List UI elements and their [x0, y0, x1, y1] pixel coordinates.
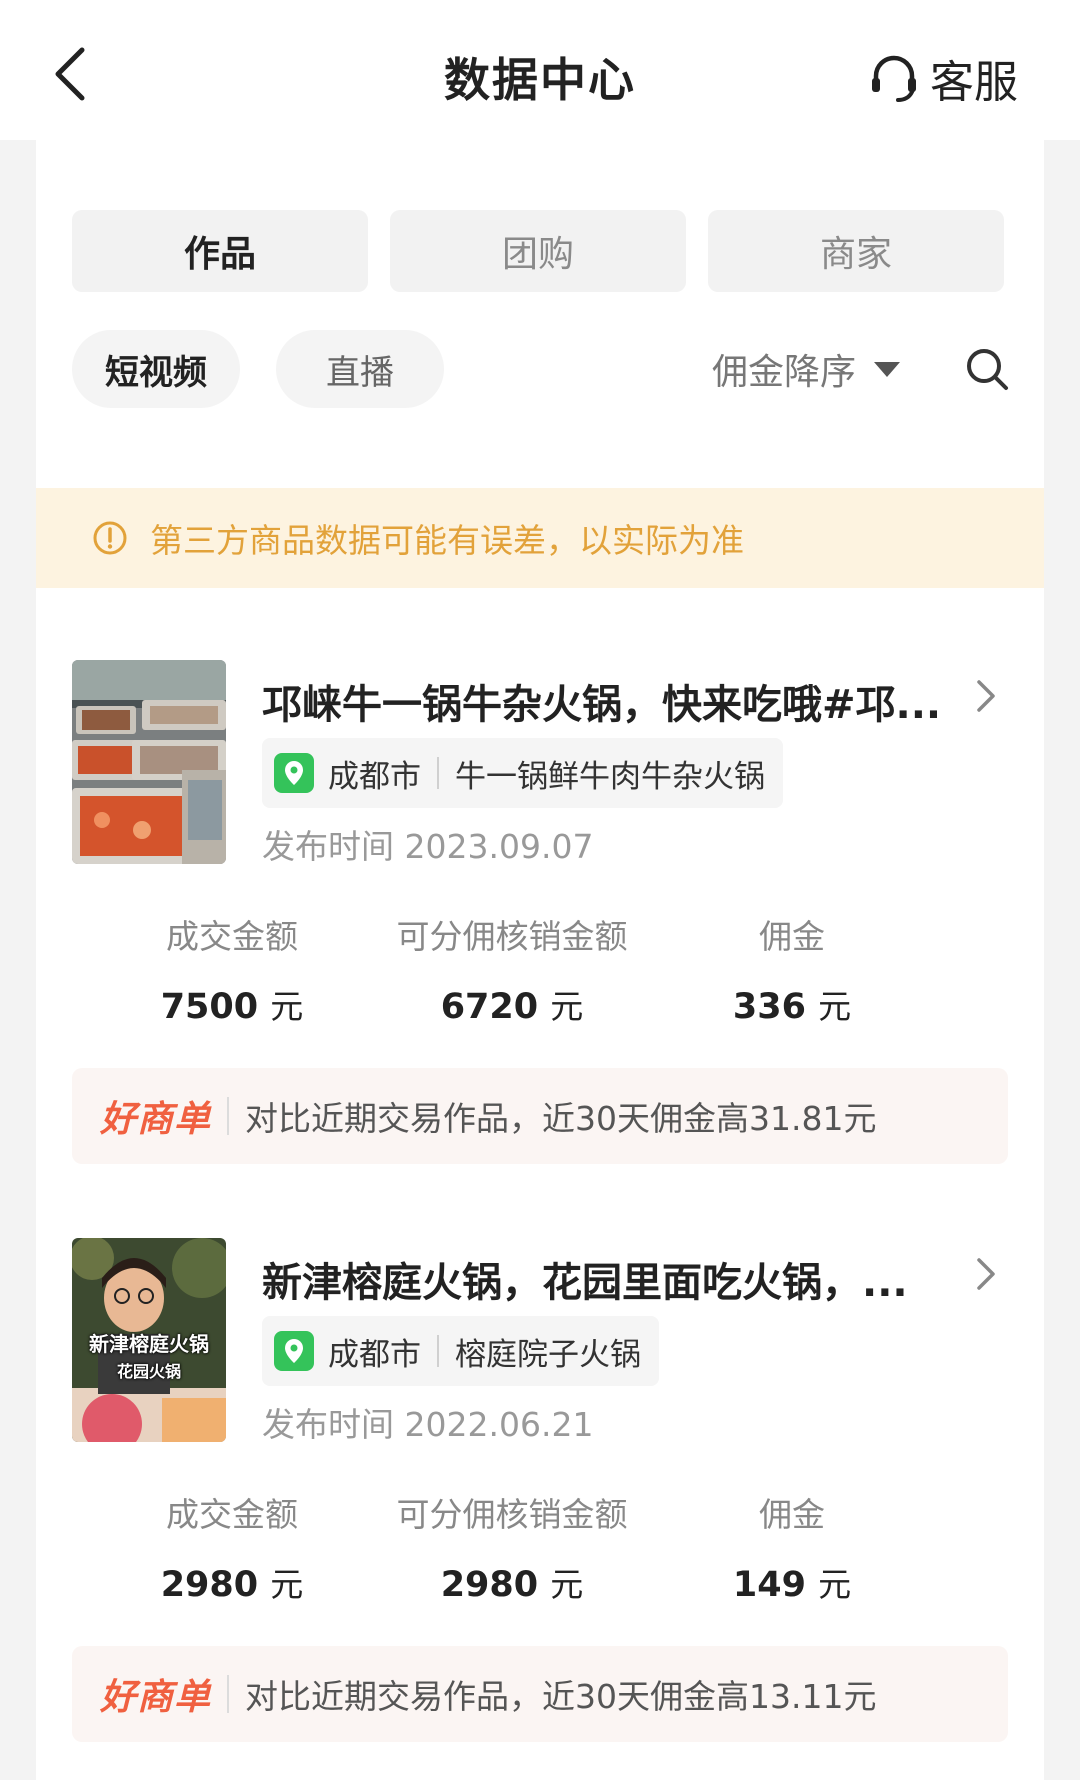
stat-label: 佣金	[759, 917, 825, 956]
thumbnail-caption: 新津榕庭火锅	[89, 1332, 209, 1356]
promo-text: 对比近期交易作品，近30天佣金高31.81元	[245, 1099, 877, 1138]
stat-number: 336	[732, 987, 806, 1027]
promo-banner[interactable]: 好商单 对比近期交易作品，近30天佣金高31.81元	[72, 1068, 1008, 1164]
stat-unit: 元	[818, 1565, 852, 1604]
warning-circle-icon	[93, 521, 127, 555]
sort-label: 佣金降序	[712, 352, 857, 393]
stat-unit: 元	[550, 1565, 584, 1604]
stat-unit: 元	[550, 987, 584, 1026]
location-tag[interactable]: 成都市 榕庭院子火锅	[262, 1316, 659, 1386]
item-title[interactable]: 新津榕庭火锅，花园里面吃火锅，...	[262, 1250, 952, 1308]
stat-unit: 元	[270, 987, 304, 1026]
promo-logo: 好商单	[100, 1677, 212, 1718]
search-icon[interactable]	[964, 346, 1010, 392]
stat-deal-amount: 成交金额 7500 元	[82, 910, 382, 1028]
stats-row: 成交金额 7500 元 可分佣核销金额 6720 元 佣金 336 元	[72, 910, 1012, 1027]
stat-deal-amount: 成交金额 2980 元	[82, 1488, 382, 1606]
top-bar: 数据中心 客服	[0, 0, 1080, 140]
content-card: 作品 团购 商家 短视频 直播 佣金降序 第三方商品数据可能有误差，以实际为准	[36, 140, 1044, 1780]
location-pin-icon	[274, 1331, 314, 1371]
shop-name: 榕庭院子火锅	[455, 1336, 641, 1373]
location-pin-icon	[274, 753, 314, 793]
chevron-right-icon[interactable]	[974, 676, 998, 716]
stat-unit: 元	[270, 1565, 304, 1604]
caret-down-icon	[874, 361, 901, 377]
category-tabs: 作品 团购 商家	[72, 210, 1004, 292]
stat-label: 成交金额	[166, 917, 298, 956]
stat-unit: 元	[818, 987, 852, 1026]
promo-text: 对比近期交易作品，近30天佣金高13.11元	[245, 1677, 877, 1716]
sort-dropdown[interactable]: 佣金降序	[712, 330, 901, 408]
chevron-right-icon[interactable]	[974, 1254, 998, 1294]
stat-label: 可分佣核销金额	[396, 917, 628, 956]
stat-value: 336 元	[642, 980, 942, 1028]
tab-merchant[interactable]: 商家	[708, 210, 1004, 292]
publish-date: 发布时间 2023.09.07	[262, 827, 594, 866]
video-thumbnail[interactable]: 新津榕庭火锅 花园火锅	[72, 1238, 226, 1442]
stat-commission: 佣金 149 元	[642, 1488, 942, 1606]
stat-label: 佣金	[759, 1495, 825, 1534]
publish-date: 发布时间 2022.06.21	[262, 1405, 594, 1444]
item-title[interactable]: 邛崃牛一锅牛杂火锅，快来吃哦#邛...	[262, 672, 952, 730]
stat-label: 可分佣核销金额	[396, 1495, 628, 1534]
tab-group-buy[interactable]: 团购	[390, 210, 686, 292]
divider	[227, 1675, 230, 1713]
divider	[437, 757, 439, 789]
customer-service-label: 客服	[930, 57, 1018, 108]
stat-number: 6720	[440, 987, 539, 1027]
headset-icon	[872, 55, 916, 102]
stat-label: 成交金额	[166, 1495, 298, 1534]
stat-value: 2980 元	[362, 1558, 662, 1606]
notice-banner: 第三方商品数据可能有误差，以实际为准	[36, 488, 1044, 588]
stat-value: 6720 元	[362, 980, 662, 1028]
stat-value: 7500 元	[82, 980, 382, 1028]
promo-banner[interactable]: 好商单 对比近期交易作品，近30天佣金高13.11元	[72, 1646, 1008, 1742]
stat-number: 149	[732, 1565, 806, 1605]
shop-name: 牛一锅鲜牛肉牛杂火锅	[455, 758, 765, 795]
customer-service-button[interactable]: 客服	[868, 48, 1018, 108]
stats-row: 成交金额 2980 元 可分佣核销金额 2980 元 佣金 149 元	[72, 1488, 1012, 1605]
stat-value: 149 元	[642, 1558, 942, 1606]
city-label: 成都市	[328, 758, 421, 795]
city-label: 成都市	[328, 1336, 421, 1373]
stat-number: 7500	[160, 987, 259, 1027]
stat-number: 2980	[440, 1565, 539, 1605]
promo-logo: 好商单	[100, 1099, 212, 1140]
notice-text: 第三方商品数据可能有误差，以实际为准	[150, 521, 744, 560]
stat-commissionable-amount: 可分佣核销金额 6720 元	[362, 910, 662, 1028]
filter-row: 短视频 直播 佣金降序	[72, 330, 1012, 408]
stat-commissionable-amount: 可分佣核销金额 2980 元	[362, 1488, 662, 1606]
subtab-short-video[interactable]: 短视频	[72, 330, 240, 408]
subtab-live[interactable]: 直播	[276, 330, 444, 408]
divider	[437, 1335, 439, 1367]
thumbnail-subcaption: 花园火锅	[116, 1362, 181, 1381]
tab-works[interactable]: 作品	[72, 210, 368, 292]
divider	[227, 1097, 230, 1135]
location-tag[interactable]: 成都市 牛一锅鲜牛肉牛杂火锅	[262, 738, 783, 808]
stat-commission: 佣金 336 元	[642, 910, 942, 1028]
stat-number: 2980	[160, 1565, 259, 1605]
video-thumbnail[interactable]	[72, 660, 226, 864]
stat-value: 2980 元	[82, 1558, 382, 1606]
